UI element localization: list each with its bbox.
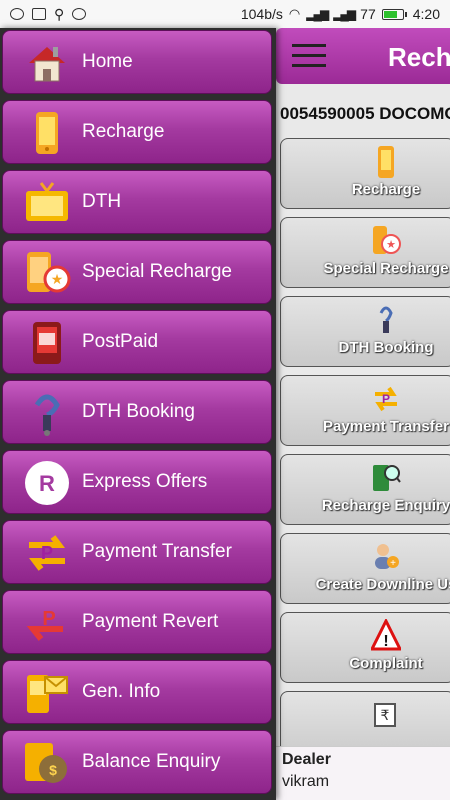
page-title: Rech bbox=[388, 42, 450, 72]
menu-item-dth-booking[interactable]: DTH Booking bbox=[2, 380, 272, 444]
menu-item-postpaid[interactable]: PostPaid bbox=[2, 310, 272, 374]
svg-text:★: ★ bbox=[51, 271, 64, 287]
gen-info-icon bbox=[27, 675, 68, 713]
special-recharge-icon: ★ bbox=[373, 226, 401, 254]
tile-label: DTH Booking bbox=[338, 339, 434, 356]
notification-icons: ⚲ bbox=[10, 5, 87, 23]
svg-text:P: P bbox=[42, 608, 55, 630]
rupee-tag-icon: ₹ bbox=[374, 703, 396, 727]
tile-label: Create Downline Us bbox=[315, 576, 450, 593]
menu-item-express-offers[interactable]: R Express Offers bbox=[2, 450, 272, 514]
menu-item-label: Express Offers bbox=[82, 471, 208, 492]
navigation-drawer: Home Recharge DTH ★ Special Recharge Pos… bbox=[0, 28, 276, 800]
svg-text:★: ★ bbox=[386, 239, 396, 251]
dth-booking-icon bbox=[34, 394, 60, 436]
battery-level: 77 bbox=[360, 6, 376, 22]
balance-enquiry-icon: $ bbox=[25, 743, 67, 783]
svg-text:R: R bbox=[39, 471, 55, 496]
account-ticker: 0054590005 DOCOMO bbox=[280, 104, 450, 123]
payment-transfer-icon: P bbox=[29, 535, 65, 571]
complaint-icon: ! bbox=[371, 619, 401, 651]
clock: 4:20 bbox=[412, 6, 440, 22]
network-speed: 104b/s bbox=[240, 6, 283, 22]
tile-special-recharge[interactable]: ★ Special Recharge bbox=[280, 217, 450, 288]
recharge-enquiry-icon bbox=[373, 465, 401, 491]
tile-dth-booking[interactable]: DTH Booking bbox=[280, 296, 450, 367]
menu-item-label: PostPaid bbox=[82, 331, 159, 352]
menu-item-payment-revert[interactable]: P Payment Revert bbox=[2, 590, 272, 654]
special-recharge-icon: ★ bbox=[27, 252, 71, 293]
tile-label: Complaint bbox=[349, 655, 423, 672]
main-screen: Rech 0054590005 DOCOMO Recharge ★ Specia… bbox=[276, 28, 450, 800]
tile-complaint[interactable]: ! Complaint bbox=[280, 612, 450, 683]
create-downline-icon: + bbox=[375, 544, 399, 569]
status-bar: ⚲ 104b/s ◠ ▂▄▆ ▂▄▆ 77 4:20 bbox=[0, 0, 450, 28]
menu-item-label: DTH Booking bbox=[82, 401, 195, 422]
menu-item-gen-info[interactable]: Gen. Info bbox=[2, 660, 272, 724]
usb-icon: ⚲ bbox=[54, 5, 65, 22]
svg-text:$: $ bbox=[49, 762, 57, 778]
dth-booking-icon bbox=[379, 306, 393, 333]
tile-label: Recharge bbox=[351, 181, 421, 198]
signal-icon: ▂▄▆ bbox=[306, 7, 329, 21]
svg-text:P: P bbox=[41, 543, 53, 563]
express-offers-icon: R bbox=[25, 461, 69, 505]
user-role: Dealer bbox=[282, 751, 331, 768]
menu-item-payment-transfer[interactable]: P Payment Transfer bbox=[2, 520, 272, 584]
tile-create-downline[interactable]: + Create Downline Us bbox=[280, 533, 450, 604]
tile-recharge[interactable]: Recharge bbox=[280, 138, 450, 209]
svg-text:₹: ₹ bbox=[381, 707, 390, 723]
menu-item-balance-enquiry[interactable]: $ Balance Enquiry bbox=[2, 730, 272, 794]
home-icon bbox=[29, 47, 65, 82]
menu-item-label: DTH bbox=[82, 191, 122, 212]
user-info: Dealer vikram bbox=[276, 746, 450, 800]
tile-label: Recharge Enquiry bbox=[321, 497, 450, 514]
tile-label: Special Recharge bbox=[323, 260, 449, 277]
tile-payment-transfer[interactable]: P Payment Transfer bbox=[280, 375, 450, 446]
wifi-icon: ◠ bbox=[288, 6, 301, 21]
tv-icon bbox=[26, 182, 68, 221]
menu-item-label: Balance Enquiry bbox=[82, 751, 221, 772]
menu-item-home[interactable]: Home bbox=[2, 30, 272, 94]
svg-text:+: + bbox=[390, 558, 396, 569]
svg-text:P: P bbox=[382, 392, 390, 406]
payment-transfer-icon: P bbox=[375, 386, 397, 412]
mobile-icon bbox=[378, 146, 394, 178]
menu-item-label: Payment Revert bbox=[82, 611, 219, 632]
menu-item-label: Gen. Info bbox=[82, 681, 161, 702]
payment-revert-icon: P bbox=[26, 608, 63, 641]
menu-item-label: Home bbox=[82, 51, 133, 72]
menu-item-recharge[interactable]: Recharge bbox=[2, 100, 272, 164]
battery-icon bbox=[381, 8, 407, 20]
hamburger-menu-icon[interactable] bbox=[292, 44, 326, 68]
svg-text:!: ! bbox=[383, 633, 388, 650]
app-header: Rech bbox=[276, 28, 450, 84]
mobile-icon bbox=[36, 112, 58, 154]
menu-item-label: Recharge bbox=[82, 121, 165, 142]
image-icon bbox=[32, 8, 46, 20]
user-name: vikram bbox=[282, 773, 330, 790]
tile-label: Payment Transfer bbox=[323, 418, 449, 435]
menu-item-label: Special Recharge bbox=[82, 261, 232, 282]
menu-item-special-recharge[interactable]: ★ Special Recharge bbox=[2, 240, 272, 304]
tile-recharge-enquiry[interactable]: Recharge Enquiry bbox=[280, 454, 450, 525]
tile-grid: Recharge ★ Special Recharge DTH Booking … bbox=[280, 138, 450, 770]
menu-item-dth[interactable]: DTH bbox=[2, 170, 272, 234]
whatsapp-icon bbox=[10, 8, 24, 20]
signal-icon-2: ▂▄▆ bbox=[333, 7, 356, 21]
menu-item-label: Payment Transfer bbox=[82, 541, 232, 562]
postpaid-icon bbox=[33, 322, 61, 364]
more-icon bbox=[72, 8, 87, 20]
